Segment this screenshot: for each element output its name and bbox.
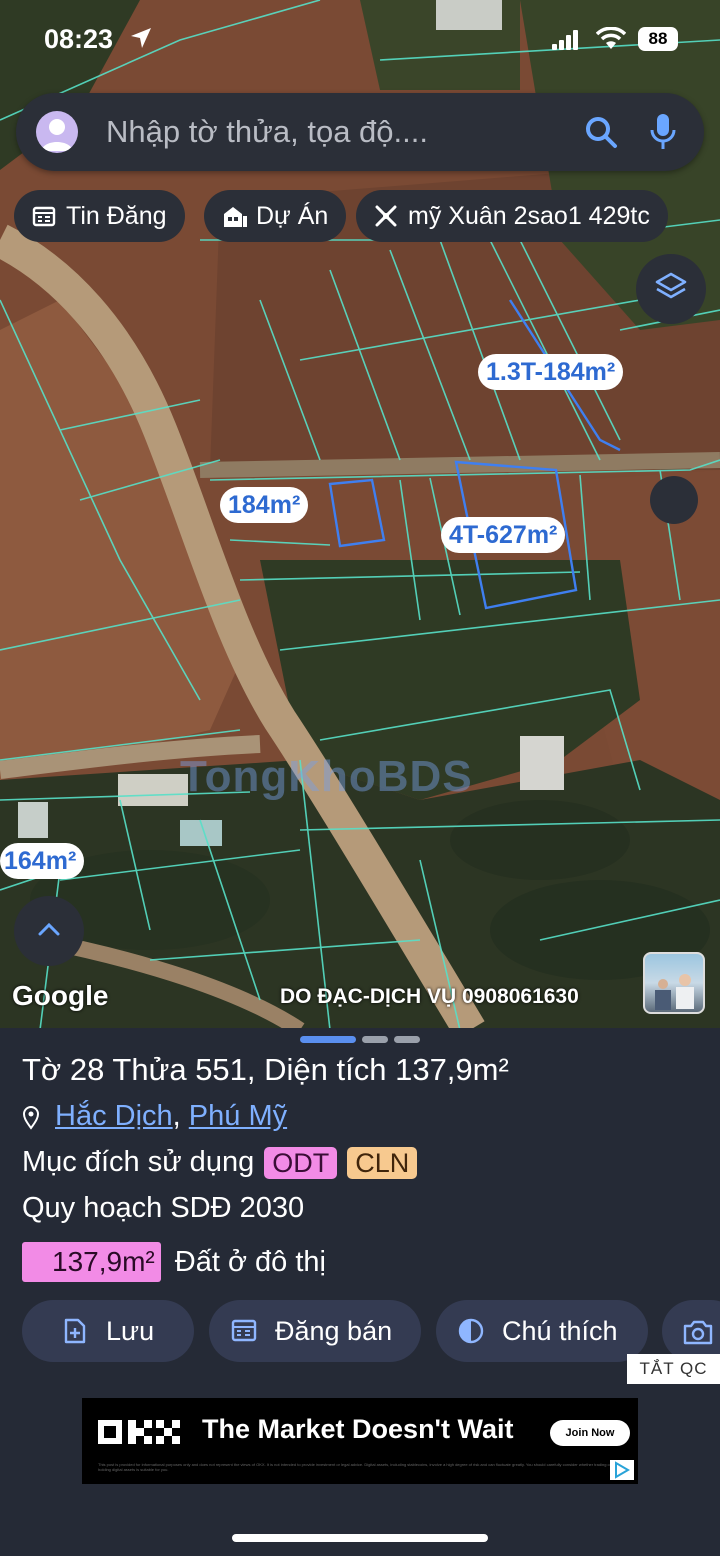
chip-label: Dự Án (256, 202, 329, 230)
planning-area-row: 137,9m² Đất ở đô thị (22, 1242, 326, 1282)
location-arrow-icon (131, 28, 151, 48)
land-use-purpose: Mục đích sử dụng ODT CLN (22, 1146, 418, 1180)
company-contact-text: DO ĐẠC-DỊCH VỤ 0908061630 (280, 985, 579, 1008)
contrast-icon (458, 1318, 484, 1344)
legend-button[interactable]: Chú thích (436, 1300, 648, 1362)
camera-button[interactable] (662, 1300, 720, 1362)
legend-label: Chú thích (502, 1316, 618, 1346)
close-ads-button[interactable]: TẮT QC (627, 1354, 720, 1384)
chip-label: Tin Đăng (66, 202, 167, 230)
save-button-label: Lưu (106, 1316, 155, 1346)
land-use-badge-odt[interactable]: ODT (264, 1147, 338, 1180)
ad-fine-print: This post is provided for informational … (98, 1462, 612, 1472)
tools-icon (375, 205, 397, 227)
land-use-badge-cln[interactable]: CLN (347, 1147, 418, 1180)
chip-du-an[interactable]: Dự Án (204, 190, 347, 242)
ad-cta-button[interactable]: Join Now (550, 1420, 630, 1446)
parcel-label[interactable]: 184m² (220, 487, 309, 523)
microphone-icon[interactable] (650, 113, 676, 151)
building-icon (224, 207, 247, 227)
user-avatar-icon (41, 119, 73, 151)
save-icon (64, 1318, 86, 1344)
location-separator: , (172, 1100, 189, 1132)
search-bar[interactable] (16, 93, 704, 171)
ad-headline: The Market Doesn't Wait (202, 1414, 514, 1444)
wifi-icon (596, 27, 626, 49)
cellular-signal-icon (552, 30, 578, 50)
post-for-sale-button[interactable]: Đăng bán (209, 1300, 421, 1362)
people-photo-icon (655, 974, 694, 1010)
parcel-label[interactable]: 4T-627m² (441, 517, 566, 553)
ad-choices-icon (615, 1461, 630, 1479)
layers-button[interactable] (636, 254, 706, 324)
avatar[interactable] (36, 111, 78, 153)
calendar-icon (231, 1319, 257, 1342)
status-time: 08:23 (44, 24, 114, 54)
map-control-button[interactable] (650, 476, 698, 524)
home-indicator[interactable] (232, 1534, 488, 1542)
planning-label: Quy hoạch SDĐ 2030 (22, 1192, 305, 1224)
map-view[interactable]: 08:23 88 Nhập tờ thửa, tọa độ.... Tin Đă… (0, 0, 720, 1030)
chip-saved-search[interactable]: mỹ Xuân 2sao1 429tc (356, 190, 668, 242)
chip-label: mỹ Xuân 2sao1 429tc (408, 202, 650, 230)
watermark: TongKhoBDS (180, 752, 473, 801)
calendar-icon (32, 206, 56, 227)
location-link-ward[interactable]: Hắc Dịch (55, 1100, 173, 1132)
okx-logo-icon (98, 1420, 180, 1444)
status-bar: 08:23 88 (0, 0, 720, 80)
map-pin-icon (22, 1106, 40, 1130)
location-link-district[interactable]: Phú Mỹ (189, 1100, 287, 1132)
parcel-info-sheet: Tờ 28 Thửa 551, Diện tích 137,9m² Hắc Dị… (0, 1028, 720, 1556)
parcel-label[interactable]: 164m² (0, 843, 85, 879)
user-photo-thumbnail[interactable] (643, 952, 705, 1014)
ad-banner[interactable]: The Market Doesn't Wait Join Now This po… (82, 1398, 638, 1484)
save-button[interactable]: Lưu (22, 1300, 194, 1362)
search-input[interactable] (106, 111, 566, 153)
camera-icon (683, 1320, 713, 1345)
chevron-up-icon (38, 922, 60, 936)
chip-tin-dang[interactable]: Tin Đăng (14, 190, 185, 242)
purpose-label: Mục đích sử dụng (22, 1146, 255, 1178)
parcel-label[interactable]: 1.3T-184m² (478, 354, 624, 390)
battery-indicator: 88 (638, 27, 678, 51)
layers-icon (655, 272, 687, 299)
expand-up-button[interactable] (14, 896, 84, 966)
post-for-sale-label: Đăng bán (275, 1316, 393, 1346)
ad-choices-button[interactable] (610, 1460, 634, 1480)
area-value-badge: 137,9m² (22, 1242, 161, 1282)
area-type-label: Đất ở đô thị (174, 1246, 326, 1278)
google-attribution: Google (12, 980, 109, 1011)
search-icon[interactable] (584, 115, 618, 149)
parcel-title: Tờ 28 Thửa 551, Diện tích 137,9m² (22, 1052, 509, 1087)
